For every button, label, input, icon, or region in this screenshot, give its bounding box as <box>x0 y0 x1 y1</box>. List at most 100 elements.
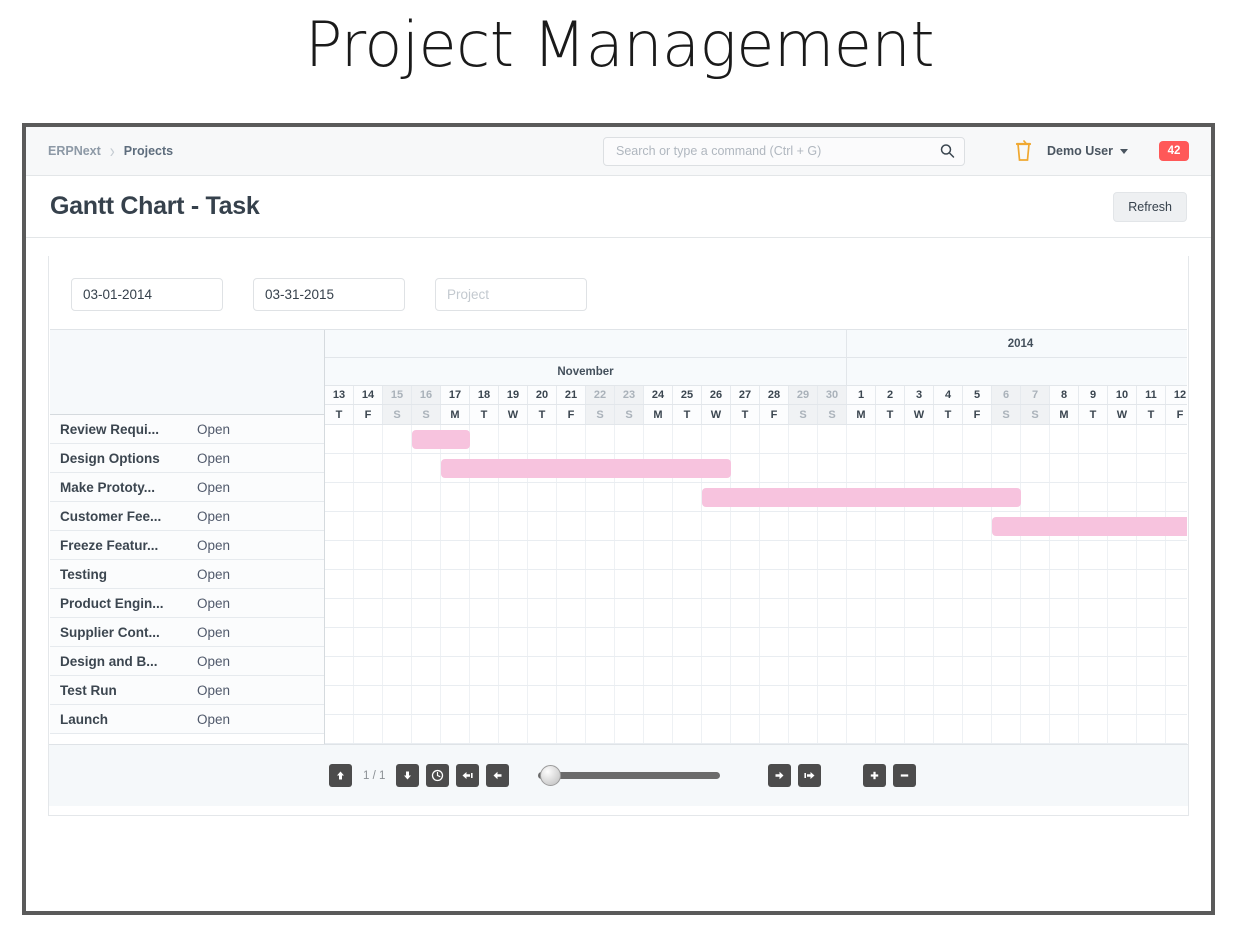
zoom-slider[interactable] <box>538 764 721 787</box>
slider-knob[interactable] <box>540 765 562 786</box>
task-status: Open <box>197 421 231 437</box>
gantt-grid-cell <box>354 657 383 685</box>
gantt-grid-cell <box>731 541 760 569</box>
zoom-in-button[interactable] <box>863 764 887 787</box>
gantt-grid-cell <box>528 512 557 540</box>
move-down-button[interactable] <box>396 764 420 787</box>
gantt-grid-cell <box>1050 570 1079 598</box>
gantt-grid-cell <box>789 454 818 482</box>
gantt-grid-cell <box>586 570 615 598</box>
gantt-grid-cell <box>876 454 905 482</box>
task-row[interactable]: Test Run Open <box>50 676 324 705</box>
gantt-bar[interactable] <box>702 488 1021 507</box>
cup-icon[interactable] <box>1015 140 1032 162</box>
scroll-right-button[interactable] <box>768 764 792 787</box>
gantt-grid-cell <box>876 425 905 453</box>
gantt-grid-cell <box>789 570 818 598</box>
task-row[interactable]: Freeze Featur... Open <box>50 531 324 560</box>
gantt-grid-cell <box>586 425 615 453</box>
gantt-grid-cell <box>847 512 876 540</box>
day-header-cell: 16 <box>412 386 441 404</box>
task-row[interactable]: Review Requi... Open <box>50 415 324 444</box>
page-header: Gantt Chart - Task Refresh <box>26 176 1211 238</box>
jump-start-button[interactable] <box>456 764 480 787</box>
zoom-out-button[interactable] <box>893 764 917 787</box>
gantt-grid-cell <box>847 686 876 714</box>
gantt-grid-cell <box>1137 454 1166 482</box>
weekday-header-cell: W <box>499 405 528 424</box>
gantt-grid-cell <box>992 686 1021 714</box>
gantt-grid-cell <box>1021 425 1050 453</box>
gantt-grid-cell <box>586 628 615 656</box>
gantt-grid-cell <box>905 715 934 743</box>
weekday-header-cell: F <box>1166 405 1187 424</box>
user-menu[interactable]: Demo User <box>1047 144 1128 158</box>
gantt-grid-cell <box>1108 425 1137 453</box>
day-header-cell: 24 <box>644 386 673 404</box>
gantt-grid-cell <box>963 512 992 540</box>
time-scale-button[interactable] <box>426 764 450 787</box>
breadcrumb-root[interactable]: ERPNext <box>48 144 101 158</box>
jump-end-button[interactable] <box>798 764 822 787</box>
gantt-grid-row <box>325 541 1187 570</box>
weekday-header-cell: F <box>760 405 789 424</box>
gantt-grid-cell <box>789 512 818 540</box>
gantt-grid-cell <box>528 686 557 714</box>
to-date-filter[interactable] <box>253 278 405 311</box>
gantt-grid-cell <box>963 570 992 598</box>
weekday-header-cell: S <box>383 405 412 424</box>
gantt-grid-cell <box>1166 599 1187 627</box>
task-name: Design Options <box>60 450 160 466</box>
search-input[interactable] <box>603 136 965 166</box>
notification-badge[interactable]: 42 <box>1159 141 1189 161</box>
gantt-grid-cell <box>731 425 760 453</box>
task-row[interactable]: Product Engin... Open <box>50 589 324 618</box>
gantt-grid-cell <box>470 541 499 569</box>
gantt-grid-cell <box>702 628 731 656</box>
gantt-grid-cell <box>586 686 615 714</box>
day-header-cell: 5 <box>963 386 992 404</box>
gantt-grid-cell <box>818 512 847 540</box>
gantt-grid-cell <box>615 686 644 714</box>
gantt-grid-cell <box>499 512 528 540</box>
gantt-grid-cell <box>702 570 731 598</box>
task-name: Test Run <box>60 682 117 698</box>
arrow-down-icon <box>404 771 412 780</box>
gantt-grid-cell <box>673 657 702 685</box>
task-status: Open <box>197 653 231 669</box>
gantt-grid-cell <box>499 715 528 743</box>
breadcrumb-current[interactable]: Projects <box>124 144 173 158</box>
scroll-left-button[interactable] <box>486 764 510 787</box>
gantt-grid-cell <box>528 425 557 453</box>
gantt-grid-row <box>325 686 1187 715</box>
gantt-grid-cell <box>963 541 992 569</box>
task-row[interactable]: Launch Open <box>50 705 324 734</box>
gantt-grid-cell <box>1021 454 1050 482</box>
year-label: 2014 <box>847 330 1187 357</box>
task-row[interactable]: Design and B... Open <box>50 647 324 676</box>
task-row[interactable]: Design Options Open <box>50 444 324 473</box>
gantt-bar[interactable] <box>992 517 1187 536</box>
gantt-grid-cell <box>1079 570 1108 598</box>
arrow-right-end-icon <box>804 772 815 779</box>
task-name: Customer Fee... <box>60 508 162 524</box>
task-status: Open <box>197 566 231 582</box>
gantt-bar[interactable] <box>412 430 470 449</box>
task-row[interactable]: Customer Fee... Open <box>50 502 324 531</box>
from-date-filter[interactable] <box>71 278 223 311</box>
gantt-grid-cell <box>383 570 412 598</box>
project-filter[interactable] <box>435 278 587 311</box>
gantt-grid-cell <box>876 599 905 627</box>
task-row[interactable]: Make Prototy... Open <box>50 473 324 502</box>
task-row[interactable]: Testing Open <box>50 560 324 589</box>
task-row[interactable]: Supplier Cont... Open <box>50 618 324 647</box>
gantt-grid-cell <box>1079 715 1108 743</box>
gantt-grid-cell <box>818 570 847 598</box>
gantt-grid-cell <box>1021 483 1050 511</box>
gantt-grid-cell <box>1050 686 1079 714</box>
gantt-grid-cell <box>470 570 499 598</box>
gantt-grid-cell <box>441 483 470 511</box>
gantt-bar[interactable] <box>441 459 731 478</box>
refresh-button[interactable]: Refresh <box>1113 191 1187 222</box>
move-up-button[interactable] <box>329 764 352 787</box>
